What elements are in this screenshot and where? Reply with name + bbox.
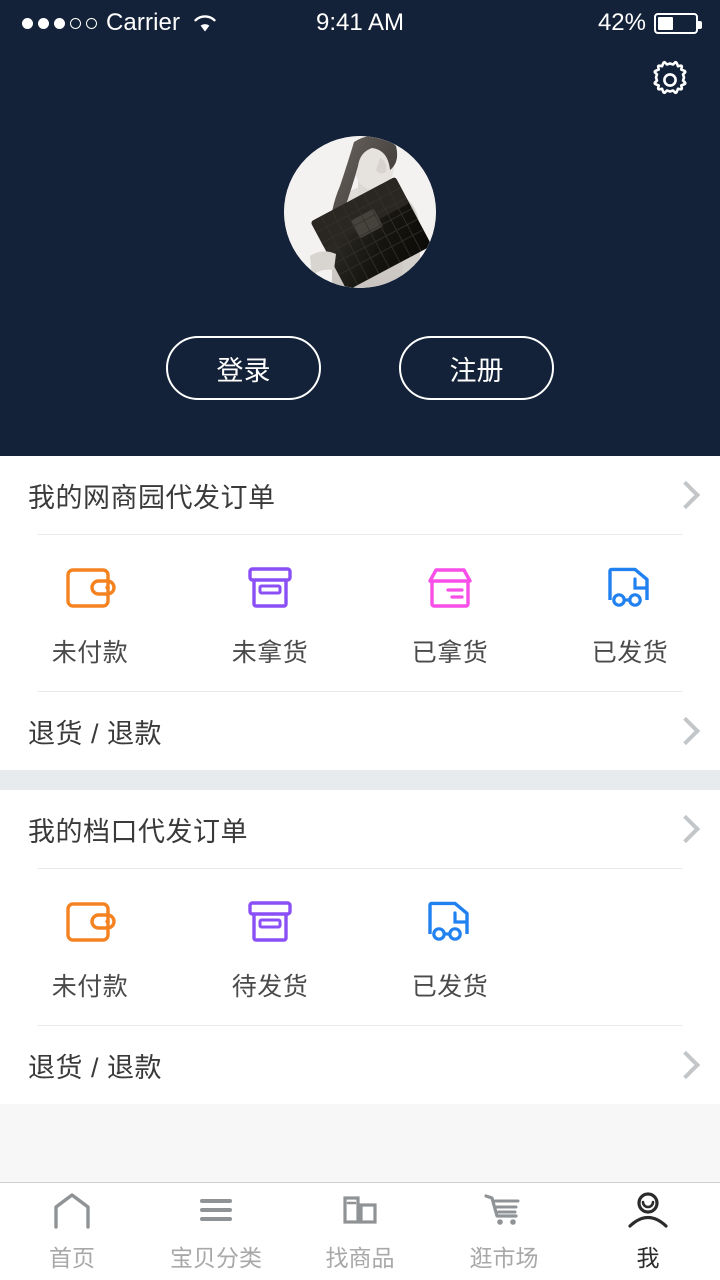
tab-market[interactable]: 逛市场: [432, 1183, 576, 1280]
package-box-icon: [421, 561, 479, 613]
status-label: 已发货: [591, 639, 669, 667]
status-label: 未付款: [51, 639, 129, 667]
order-status-row: 未付款 未拿货 已拿货 已发货: [0, 535, 720, 691]
chevron-right-icon: [676, 481, 692, 509]
status-bar-right: 42%: [597, 9, 702, 37]
gear-icon: [647, 57, 693, 108]
section-wangshangyuan-orders: 我的网商园代发订单 未付款 未拿货 已拿货 已发货 退货 / 退款: [0, 456, 720, 770]
wallet-icon: [61, 895, 119, 947]
tab-find-products[interactable]: 找商品: [288, 1183, 432, 1280]
status-item-empty: [540, 895, 720, 1003]
settings-button[interactable]: [642, 54, 698, 110]
status-item-pending-shipment[interactable]: 待发货: [180, 895, 360, 1003]
tab-profile[interactable]: 我: [576, 1183, 720, 1280]
chevron-right-icon: [676, 717, 692, 745]
status-item-shipped[interactable]: 已发货: [540, 561, 720, 669]
shopping-cart-icon: [482, 1190, 526, 1230]
avatar-photo: [284, 136, 436, 288]
signal-strength-icon: [22, 17, 97, 29]
section-title-row[interactable]: 我的网商园代发订单: [0, 456, 720, 534]
status-bar-left: Carrier: [22, 9, 218, 37]
status-label: 未付款: [51, 973, 129, 1001]
status-item-unpaid[interactable]: 未付款: [0, 895, 180, 1003]
battery-icon: [654, 12, 702, 34]
tab-home[interactable]: 首页: [0, 1183, 144, 1280]
page-title: 我的档口代发订单: [28, 816, 248, 847]
profile-header: Carrier 9:41 AM 42% 登录 注册: [0, 0, 720, 456]
delivery-truck-icon: [421, 895, 479, 947]
section-spacer: [0, 770, 720, 790]
archive-box-icon: [241, 895, 299, 947]
page-title: 我的网商园代发订单: [28, 482, 276, 513]
grid-layout-icon: [338, 1190, 382, 1230]
status-item-shipped[interactable]: 已发货: [360, 895, 540, 1003]
chevron-right-icon: [676, 815, 692, 843]
bottom-tab-bar: 首页 宝贝分类 找商品 逛市场 我: [0, 1182, 720, 1280]
avatar[interactable]: [284, 136, 436, 288]
status-item-picked[interactable]: 已拿货: [360, 561, 540, 669]
tab-categories[interactable]: 宝贝分类: [144, 1183, 288, 1280]
status-label: 已发货: [411, 973, 489, 1001]
tab-label: 宝贝分类: [170, 1245, 262, 1271]
app-screen: Carrier 9:41 AM 42% 登录 注册 我的网商园代发订单 未付款 …: [0, 0, 720, 1280]
wifi-icon: [192, 13, 218, 33]
battery-percent-label: 42%: [597, 9, 646, 36]
section-title-row[interactable]: 我的档口代发订单: [0, 790, 720, 868]
wallet-icon: [61, 561, 119, 613]
login-button[interactable]: 登录: [166, 336, 321, 400]
status-label: 已拿货: [411, 639, 489, 667]
status-label: 待发货: [231, 973, 309, 1001]
menu-lines-icon: [194, 1190, 238, 1230]
register-button[interactable]: 注册: [399, 336, 554, 400]
return-refund-label: 退货 / 退款: [28, 718, 163, 749]
tab-label: 找商品: [325, 1245, 395, 1271]
return-refund-row[interactable]: 退货 / 退款: [0, 1026, 720, 1104]
order-status-row: 未付款 待发货 已发货: [0, 869, 720, 1025]
status-item-unpaid[interactable]: 未付款: [0, 561, 180, 669]
status-bar: Carrier 9:41 AM 42%: [0, 0, 720, 46]
person-icon: [626, 1190, 670, 1230]
auth-buttons: 登录 注册: [0, 336, 720, 400]
carrier-label: Carrier: [106, 9, 181, 36]
status-item-not-picked[interactable]: 未拿货: [180, 561, 360, 669]
return-refund-row[interactable]: 退货 / 退款: [0, 692, 720, 770]
home-icon: [50, 1190, 94, 1230]
tab-label: 我: [636, 1245, 660, 1271]
return-refund-label: 退货 / 退款: [28, 1052, 163, 1083]
delivery-truck-icon: [601, 561, 659, 613]
tab-label: 首页: [49, 1245, 95, 1271]
archive-box-icon: [241, 561, 299, 613]
section-stall-orders: 我的档口代发订单 未付款 待发货 已发货 退货 / 退款: [0, 790, 720, 1104]
tab-label: 逛市场: [469, 1245, 539, 1271]
chevron-right-icon: [676, 1051, 692, 1079]
status-label: 未拿货: [231, 639, 309, 667]
